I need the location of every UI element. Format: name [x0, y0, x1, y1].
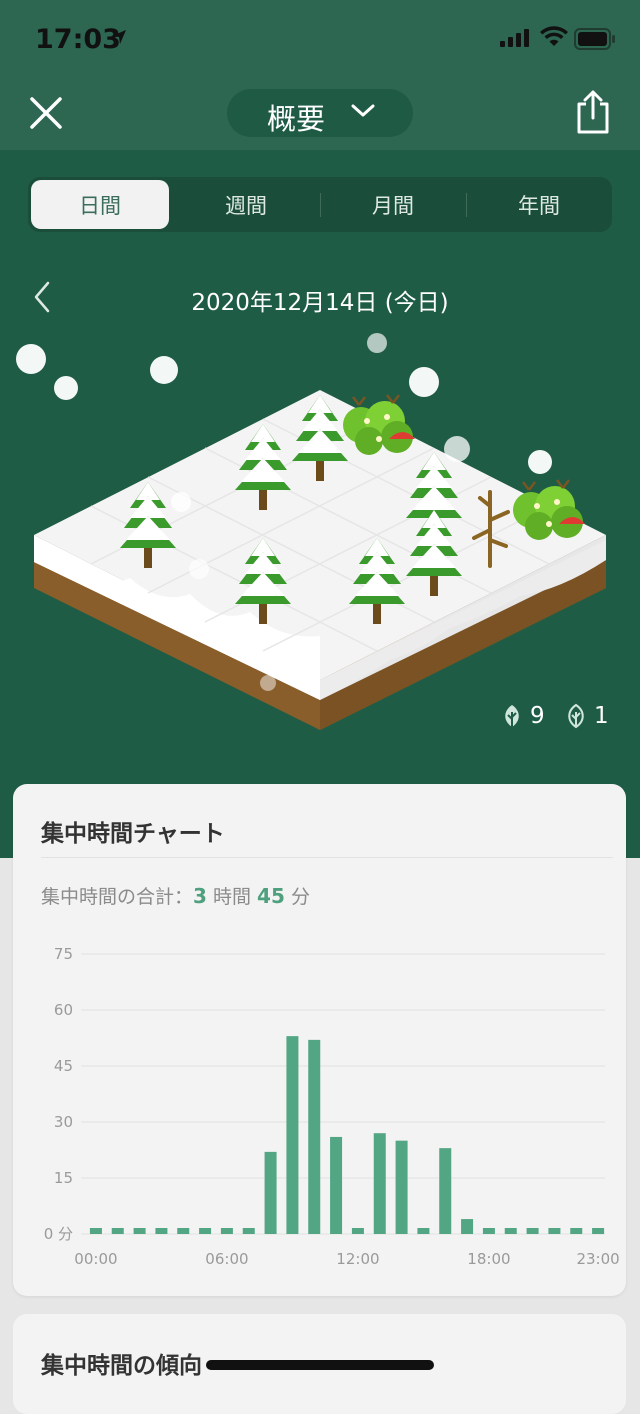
chart-bar-21:00[interactable] — [548, 1228, 561, 1234]
y-tick-label: 15 — [54, 1169, 73, 1187]
forest-illustration — [16, 333, 606, 730]
leaf-icon — [505, 705, 519, 727]
y-tick-label: 0 分 — [44, 1225, 73, 1243]
chart-bar-06:00[interactable] — [220, 1228, 233, 1234]
chart-bar-17:00[interactable] — [461, 1219, 474, 1234]
focus-time-bar-chart: 0 分 15 30 45 60 75 00:00 06:00 12:00 18:00 23:00 — [44, 945, 620, 1268]
x-tick-label: 18:00 — [467, 1250, 510, 1268]
chart-bar-01:00[interactable] — [111, 1228, 124, 1234]
x-tick-label: 00:00 — [74, 1250, 117, 1268]
hours-unit: 時間 — [212, 886, 251, 908]
chart-bar-07:00[interactable] — [242, 1228, 255, 1234]
chart-bar-19:00[interactable] — [504, 1228, 517, 1234]
chevron-down-icon — [351, 104, 375, 117]
chart-bar-10:00[interactable] — [308, 1039, 321, 1234]
share-button[interactable] — [574, 88, 612, 136]
status-bar: 17:03 — [0, 0, 640, 78]
card-title: 集中時間チャート — [41, 821, 225, 847]
tab-weekly[interactable]: 週間 — [177, 180, 315, 229]
close-button[interactable] — [28, 95, 64, 131]
chart-bar-04:00[interactable] — [177, 1228, 190, 1234]
chart-bar-23:00[interactable] — [592, 1228, 605, 1234]
y-tick-label: 60 — [54, 1001, 73, 1019]
chart-bar-14:00[interactable] — [395, 1140, 408, 1234]
location-arrow-icon — [112, 30, 126, 44]
tab-yearly[interactable]: 年間 — [470, 180, 608, 229]
minutes-unit: 分 — [290, 886, 310, 908]
summary-prefix: 集中時間の合計： — [41, 886, 194, 908]
chart-bar-09:00[interactable] — [286, 1036, 299, 1234]
chart-bar-05:00[interactable] — [199, 1228, 212, 1234]
chart-bar-08:00[interactable] — [264, 1151, 277, 1234]
tab-monthly[interactable]: 月間 — [324, 180, 462, 229]
selected-date: 2020年12月14日 (今日) — [191, 290, 449, 316]
chart-bar-15:00[interactable] — [417, 1228, 430, 1234]
overview-dropdown[interactable]: 概要 — [227, 89, 413, 137]
y-tick-label: 75 — [54, 945, 73, 963]
share-icon — [577, 90, 609, 134]
y-tick-label: 45 — [54, 1057, 73, 1075]
chart-bar-20:00[interactable] — [526, 1228, 539, 1234]
alive-count-value: 9 — [530, 703, 545, 729]
page-title: 概要 — [267, 102, 326, 136]
tab-daily[interactable]: 日間 — [31, 180, 169, 229]
x-tick-label: 06:00 — [205, 1250, 248, 1268]
alive-tree-count: 9 — [500, 703, 545, 729]
x-tick-label: 23:00 — [576, 1250, 619, 1268]
chart-bar-03:00[interactable] — [155, 1228, 168, 1234]
segment-divider — [320, 193, 321, 217]
chart-bar-22:00[interactable] — [570, 1228, 583, 1234]
withered-count-value: 1 — [594, 703, 609, 729]
home-indicator — [206, 1360, 434, 1370]
divider — [41, 857, 613, 858]
total-hours: 3 — [193, 884, 207, 908]
chart-bar-02:00[interactable] — [133, 1228, 146, 1234]
chart-bar-18:00[interactable] — [482, 1228, 495, 1234]
close-icon — [30, 97, 62, 129]
focus-chart-card: 集中時間チャート 集中時間の合計：3 時間 45 分 0 分 15 30 45 60 75… — [13, 784, 626, 1296]
withered-leaf-icon — [568, 703, 584, 729]
period-segmented-control: 日間 週間 月間 年間 — [28, 177, 612, 232]
status-time: 17:03 — [35, 24, 121, 55]
chart-bar-13:00[interactable] — [373, 1133, 386, 1234]
chart-bar-00:00[interactable] — [89, 1228, 102, 1234]
date-navigator: 2020年12月14日 (今日) — [0, 272, 640, 322]
battery-icon — [574, 28, 615, 50]
y-tick-label: 30 — [54, 1113, 73, 1131]
segment-divider — [466, 193, 467, 217]
cellular-signal-icon — [500, 29, 529, 47]
chart-bar-11:00[interactable] — [330, 1136, 343, 1234]
wifi-icon — [540, 26, 568, 46]
x-tick-label: 12:00 — [336, 1250, 379, 1268]
total-minutes: 45 — [257, 884, 285, 908]
focus-total-summary: 集中時間の合計：3 時間 45 分 — [41, 882, 310, 909]
card-title: 集中時間の傾向 — [41, 1353, 202, 1379]
chart-bar-12:00[interactable] — [351, 1228, 364, 1234]
chart-bar-16:00[interactable] — [439, 1148, 452, 1234]
withered-tree-count: 1 — [564, 703, 609, 729]
